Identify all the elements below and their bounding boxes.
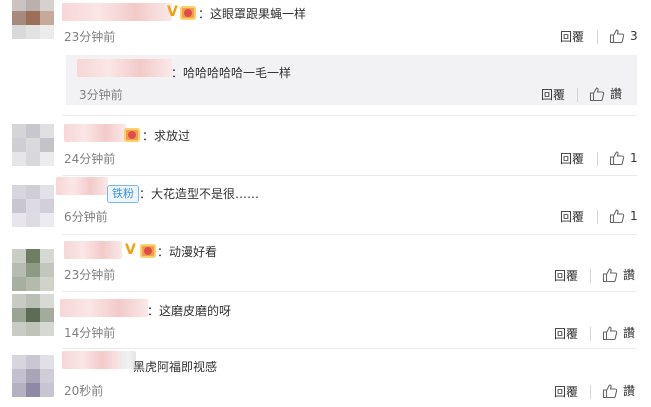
username-blurred[interactable]	[62, 351, 122, 369]
thumbs-up-icon	[602, 268, 618, 283]
thumbs-up-icon	[609, 209, 625, 224]
like-count: 1	[630, 209, 638, 223]
verified-v-icon: V	[167, 4, 178, 20]
thumbs-up-icon	[609, 29, 625, 44]
like-count: 3	[630, 29, 638, 43]
separator	[597, 30, 598, 44]
reply-box: ：哈哈哈哈哈一毛一样 3分钟前 回覆 讚	[66, 55, 637, 105]
separator	[597, 152, 598, 166]
like-button[interactable]: 讚	[602, 325, 640, 341]
thumbs-up-icon	[589, 87, 605, 102]
comment-time: 23分钟前	[64, 30, 116, 44]
thumbs-up-icon	[609, 151, 625, 166]
username-blurred[interactable]	[60, 299, 148, 317]
username-blurred[interactable]	[64, 241, 122, 259]
reply-button[interactable]: 回覆	[560, 209, 584, 225]
comment-text: ：动漫好看	[157, 245, 218, 259]
like-button[interactable]: 讚	[602, 383, 640, 399]
reply-button[interactable]: 回覆	[560, 151, 584, 167]
avatar[interactable]	[12, 124, 54, 166]
like-label: 讚	[623, 268, 636, 282]
like-label: 讚	[623, 384, 636, 398]
like-button[interactable]: 1	[609, 150, 641, 166]
avatar[interactable]	[12, 185, 54, 227]
comment-time: 14分钟前	[64, 326, 116, 340]
separator	[597, 210, 598, 224]
member-crown-icon	[140, 244, 156, 258]
username-blurred[interactable]	[62, 3, 172, 21]
separator	[590, 327, 591, 341]
like-button[interactable]: 3	[609, 28, 641, 44]
reply-button[interactable]: 回覆	[560, 29, 584, 45]
like-button[interactable]: 讚	[589, 86, 627, 102]
member-crown-icon	[124, 128, 140, 142]
fan-badge: 铁粉	[107, 185, 139, 203]
username-blurred[interactable]	[56, 177, 108, 195]
separator	[590, 269, 591, 283]
divider	[62, 175, 637, 176]
avatar[interactable]	[12, 355, 54, 397]
reply-button[interactable]: 回覆	[554, 326, 578, 342]
like-label: 讚	[610, 87, 623, 101]
comment-text: ：这磨皮磨的呀	[147, 304, 232, 318]
separator	[577, 88, 578, 102]
like-count: 1	[630, 151, 638, 165]
comment-text: ：大花造型不是很……	[139, 187, 260, 201]
divider	[62, 234, 637, 235]
comment-time: 20秒前	[64, 384, 104, 398]
username-blurred[interactable]	[77, 59, 172, 77]
like-label: 讚	[623, 326, 636, 340]
thumbs-up-icon	[602, 326, 618, 341]
thumbs-up-icon	[602, 384, 618, 399]
reply-text: ：哈哈哈哈哈一毛一样	[171, 66, 292, 80]
comment-time: 23分钟前	[64, 268, 116, 282]
divider	[62, 291, 637, 292]
comment-panel: { "comments": [ {"text": "：这眼罩跟果蝇一样", "t…	[0, 0, 651, 407]
username-blurred[interactable]	[64, 124, 126, 142]
avatar[interactable]	[12, 249, 54, 291]
member-crown-icon	[180, 6, 196, 20]
comment-text: ：这眼罩跟果蝇一样	[198, 7, 307, 21]
divider	[62, 348, 637, 349]
reply-button[interactable]: 回覆	[554, 384, 578, 400]
like-button[interactable]: 讚	[602, 267, 640, 283]
like-button[interactable]: 1	[609, 208, 641, 224]
reply-time: 3分钟前	[79, 88, 123, 102]
avatar[interactable]	[12, 294, 54, 336]
verified-v-icon: V	[125, 242, 136, 258]
divider	[62, 115, 637, 116]
avatar[interactable]	[12, 0, 54, 39]
comment-time: 6分钟前	[64, 210, 108, 224]
reply-button[interactable]: 回覆	[541, 87, 565, 103]
separator	[590, 385, 591, 399]
comment-text: ：求放过	[142, 129, 191, 143]
comment-time: 24分钟前	[64, 152, 116, 166]
reply-button[interactable]: 回覆	[554, 268, 578, 284]
comment-text: 黑虎阿福即视感	[133, 360, 218, 374]
